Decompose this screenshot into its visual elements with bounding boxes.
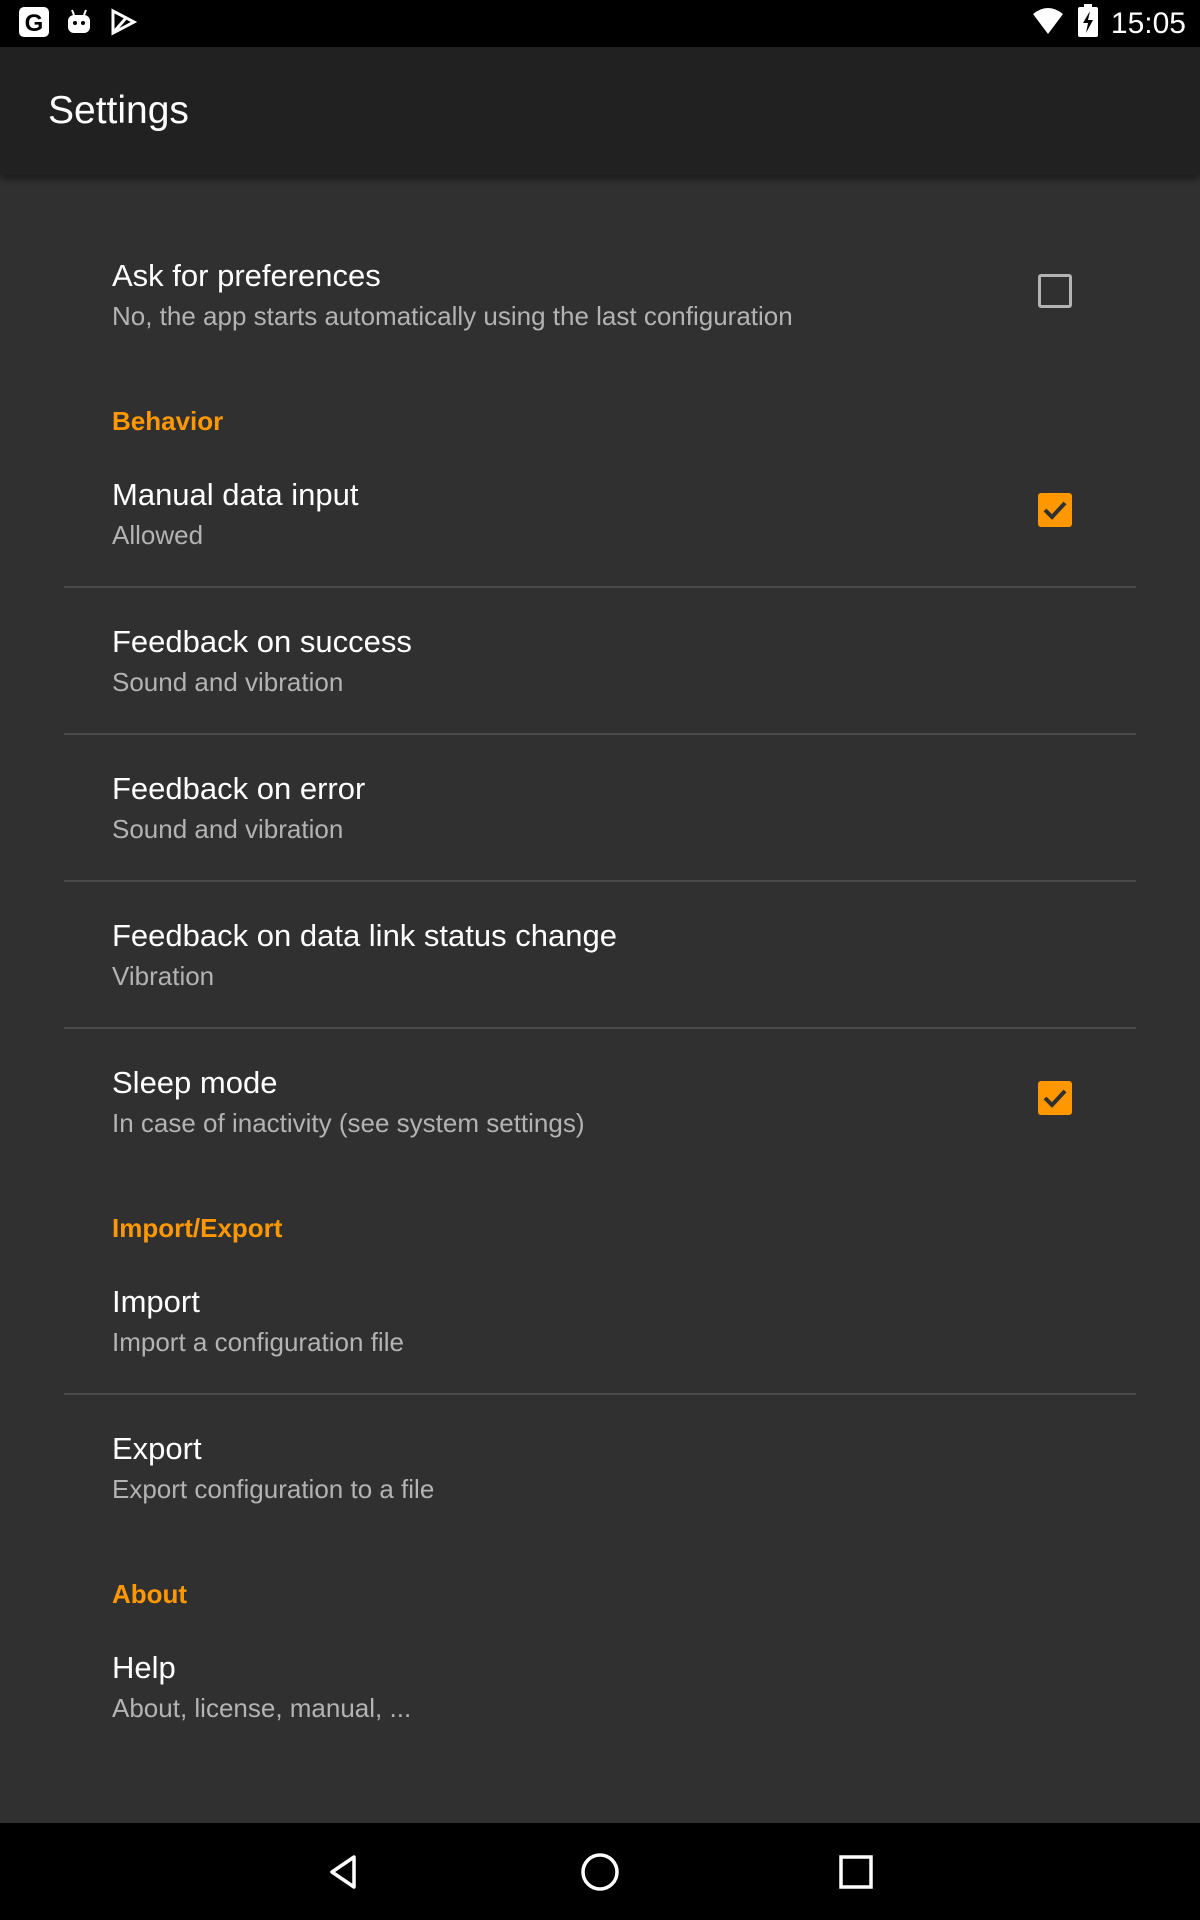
pref-manual-data-input[interactable]: Manual data input Allowed: [0, 455, 1200, 565]
back-icon: [330, 1854, 356, 1889]
pref-title: Sleep mode: [112, 1065, 278, 1100]
pref-title: Feedback on data link status change: [112, 918, 617, 953]
pref-ask-for-preferences[interactable]: Ask for preferences No, the app starts a…: [0, 235, 1200, 345]
check-icon: [1043, 1089, 1067, 1108]
pref-summary: Sound and vibration: [112, 667, 344, 697]
home-icon: [581, 1852, 619, 1891]
category-import-export: Import/Export: [112, 1213, 283, 1243]
check-icon: [1043, 501, 1067, 520]
pref-summary: Import a configuration file: [112, 1327, 404, 1357]
google-icon: G: [18, 6, 50, 43]
wifi-icon: [1031, 6, 1065, 41]
pref-title: Manual data input: [112, 477, 359, 512]
pref-title: Export: [112, 1431, 202, 1466]
pref-summary: Vibration: [112, 961, 215, 991]
divider: [64, 880, 1136, 882]
pref-summary: In case of inactivity (see system settin…: [112, 1108, 585, 1138]
pref-title: Import: [112, 1284, 200, 1319]
svg-text:G: G: [25, 10, 44, 37]
pref-summary: Export configuration to a file: [112, 1474, 435, 1504]
recents-button[interactable]: [796, 1823, 916, 1920]
category-behavior: Behavior: [112, 406, 224, 436]
pref-import[interactable]: Import Import a configuration file: [0, 1262, 1200, 1372]
back-button[interactable]: [284, 1823, 404, 1920]
app-bar: Settings: [0, 47, 1200, 175]
battery-charging-icon: [1077, 4, 1099, 43]
pref-export[interactable]: Export Export configuration to a file: [0, 1409, 1200, 1519]
divider: [64, 1393, 1136, 1395]
recents-icon: [839, 1854, 873, 1889]
home-button[interactable]: [540, 1823, 660, 1920]
pref-feedback-on-error[interactable]: Feedback on error Sound and vibration: [0, 749, 1200, 859]
pref-title: Feedback on error: [112, 771, 366, 806]
pref-summary: About, license, manual, ...: [112, 1693, 412, 1723]
pref-summary: Sound and vibration: [112, 814, 344, 844]
android-icon: [64, 7, 94, 42]
pref-summary: Allowed: [112, 520, 204, 550]
sleep-mode-checkbox[interactable]: [1038, 1081, 1072, 1115]
pref-title: Help: [112, 1650, 176, 1685]
ask-for-preferences-checkbox[interactable]: [1038, 274, 1072, 308]
manual-data-input-checkbox[interactable]: [1038, 493, 1072, 527]
category-about: About: [112, 1579, 188, 1609]
pref-feedback-on-data-link[interactable]: Feedback on data link status change Vibr…: [0, 896, 1200, 1006]
pref-title: Feedback on success: [112, 624, 412, 659]
play-store-icon: [108, 7, 138, 42]
pref-title: Ask for preferences: [112, 258, 381, 293]
divider: [64, 1027, 1136, 1029]
settings-list: Ask for preferences No, the app starts a…: [0, 175, 1200, 1823]
navigation-bar: [0, 1823, 1200, 1920]
pref-sleep-mode[interactable]: Sleep mode In case of inactivity (see sy…: [0, 1043, 1200, 1153]
divider: [64, 733, 1136, 735]
status-bar: G 15:05: [0, 0, 1200, 47]
pref-help[interactable]: Help About, license, manual, ...: [0, 1628, 1200, 1738]
page-title: Settings: [48, 89, 189, 132]
divider: [64, 586, 1136, 588]
status-time: 15:05: [1110, 6, 1186, 40]
pref-summary: No, the app starts automatically using t…: [112, 301, 793, 331]
pref-feedback-on-success[interactable]: Feedback on success Sound and vibration: [0, 602, 1200, 712]
